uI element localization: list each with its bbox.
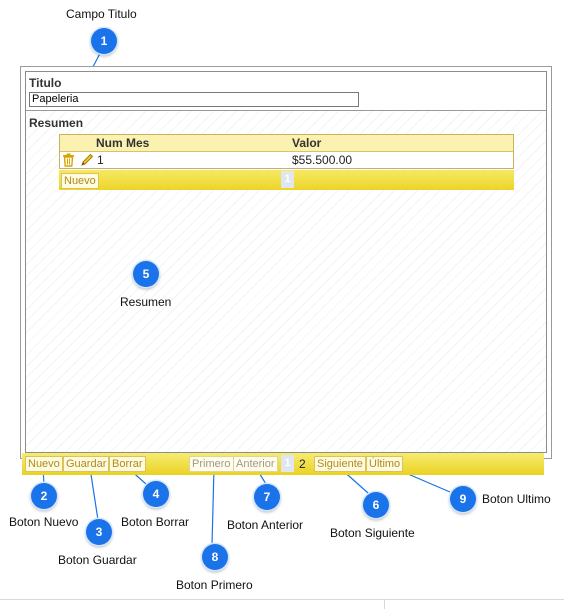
form-inner: Titulo Papeleria Resumen Num Mes Valor 1… (25, 71, 547, 453)
cell-num-mes: 1 (97, 153, 104, 167)
column-header-valor[interactable]: Valor (292, 136, 321, 150)
callout-marker-4: 4 (143, 481, 169, 507)
form-frame: Titulo Papeleria Resumen Num Mes Valor 1… (20, 66, 552, 459)
resumen-label: Resumen (29, 116, 84, 130)
callout-marker-9: 9 (450, 486, 476, 512)
annotation-boton-borrar: Boton Borrar (121, 515, 190, 529)
callout-marker-1: 1 (91, 28, 117, 54)
page-next[interactable]: 2 (299, 457, 306, 471)
annotation-boton-anterior: Boton Anterior (227, 518, 304, 532)
titulo-input[interactable]: Papeleria (29, 92, 359, 107)
grid-nuevo-button[interactable]: Nuevo (61, 173, 99, 189)
siguiente-button[interactable]: Siguiente (314, 456, 366, 472)
cell-valor: $55.500.00 (292, 153, 353, 167)
leader-3 (89, 467, 99, 521)
column-header-num-mes[interactable]: Num Mes (96, 136, 149, 150)
titulo-label: Titulo (29, 76, 62, 90)
anterior-button[interactable]: Anterior (233, 456, 278, 472)
annotation-boton-guardar: Boton Guardar (58, 553, 137, 567)
pager-toolbar: Nuevo Guardar Borrar Primero Anterior 1 … (22, 453, 544, 475)
ultimo-button[interactable]: Último (366, 456, 404, 472)
table-row: 1 $55.500.00 (60, 152, 513, 168)
grid-footer-bar: Nuevo 1 (59, 170, 514, 190)
annotation-campo-titulo: Campo Titulo (66, 7, 137, 21)
bottom-divider (0, 599, 564, 600)
grid-header: Num Mes Valor (60, 135, 513, 152)
trash-icon[interactable] (62, 153, 75, 167)
callout-marker-5: 5 (133, 261, 159, 287)
bottom-separator (384, 599, 385, 609)
callout-marker-6: 6 (363, 492, 389, 518)
callout-marker-2: 2 (31, 483, 57, 509)
annotation-boton-siguiente: Boton Siguiente (330, 526, 415, 540)
annotation-boton-ultimo: Boton Ultimo (482, 492, 551, 506)
annotation-boton-primero: Boton Primero (176, 578, 253, 592)
callout-marker-8: 8 (202, 544, 228, 570)
callout-marker-7: 7 (254, 484, 280, 510)
callout-marker-3: 3 (86, 519, 112, 545)
guardar-button[interactable]: Guardar (63, 456, 110, 472)
annotation-boton-nuevo: Boton Nuevo (9, 515, 79, 529)
borrar-button[interactable]: Borrar (109, 456, 146, 472)
grid-page-current: 1 (281, 171, 294, 188)
pencil-icon[interactable] (80, 153, 94, 167)
primero-button[interactable]: Primero (189, 456, 234, 472)
page-current: 1 (281, 455, 294, 472)
nuevo-button[interactable]: Nuevo (25, 456, 63, 472)
titulo-section: Titulo Papeleria (26, 72, 546, 111)
leader-8 (211, 467, 215, 546)
resumen-grid: Num Mes Valor 1 $55.500.00 (59, 134, 514, 169)
annotation-resumen: Resumen (120, 295, 172, 309)
